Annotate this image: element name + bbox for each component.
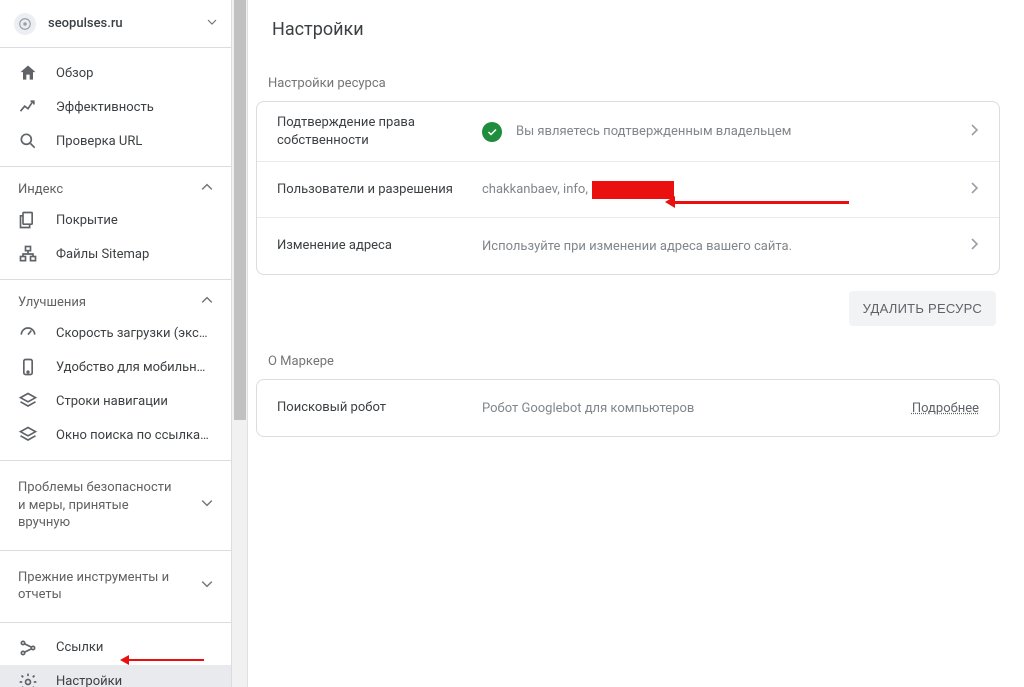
sidebar-heading-security[interactable]: Проблемы безопасности и меры, принятые в… [0, 469, 231, 542]
row-title: Пользователи и разрешения [277, 181, 482, 199]
main-header: Настройки [248, 0, 1024, 58]
row-value-prefix: chakkanbaev, info, [482, 182, 588, 197]
resource-settings-card: Подтверждение права собственности Вы явл… [256, 101, 1000, 275]
sidebar-heading-improvements[interactable]: Улучшения [0, 288, 231, 316]
chevron-up-icon [201, 294, 213, 310]
sidebar-item-label: Строки навигации [56, 394, 213, 409]
row-title: Изменение адреса [277, 237, 482, 255]
home-icon [18, 63, 42, 83]
sidebar-heading-label: Прежние инструменты и отчеты [18, 569, 178, 604]
sidebar-item-sitelinks-search[interactable]: Окно поиска по ссылкам с… [0, 418, 231, 452]
row-title: Поисковый робот [277, 399, 482, 417]
sidebar-item-label: Проверка URL [56, 134, 213, 149]
row-crawler: Поисковый робот Робот Googlebot для комп… [257, 380, 999, 436]
row-status: Вы являетесь подтвержденным владельцем [516, 124, 791, 139]
row-title: Подтверждение права собственности [277, 114, 482, 149]
delete-resource-button[interactable]: УДАЛИТЬ РЕСУРС [849, 291, 996, 326]
row-hint: Используйте при изменении адреса вашего … [482, 239, 792, 254]
annotation-arrow-icon [124, 659, 204, 661]
sidebar-heading-label: Проблемы безопасности и меры, принятые в… [18, 479, 178, 532]
row-address-change[interactable]: Изменение адреса Используйте при изменен… [257, 218, 999, 274]
mobile-icon [18, 357, 42, 377]
sidebar-item-label: Скорость загрузки (экспер… [56, 326, 213, 341]
section-label-marker: О Маркере [268, 354, 1000, 369]
property-logo-icon [14, 13, 36, 35]
annotation-arrow-icon [669, 201, 849, 204]
gauge-icon [18, 323, 42, 343]
learn-more-link[interactable]: Подробнее [912, 401, 979, 416]
sidebar-item-breadcrumbs[interactable]: Строки навигации [0, 384, 231, 418]
caret-down-icon [207, 16, 217, 31]
sidebar-item-label: Удобство для мобильных [56, 360, 213, 375]
main: Настройки Настройки ресурса Подтверждени… [232, 0, 1024, 687]
layers-icon [18, 391, 42, 411]
marker-card: Поисковый робот Робот Googlebot для комп… [256, 379, 1000, 437]
sitemap-icon [18, 244, 42, 264]
sidebar-scrollbar[interactable] [232, 0, 248, 687]
chevron-right-icon [969, 181, 979, 199]
chevron-down-icon [201, 497, 213, 513]
property-selector[interactable]: seopulses.ru [0, 0, 231, 48]
chevron-down-icon [201, 578, 213, 594]
sidebar-item-speed[interactable]: Скорость загрузки (экспер… [0, 316, 231, 350]
sidebar-item-label: Эффективность [56, 100, 213, 115]
page-title: Настройки [272, 19, 364, 40]
row-value: Робот Googlebot для компьютеров [482, 401, 694, 416]
sidebar-item-label: Обзор [56, 66, 213, 81]
chevron-right-icon [969, 123, 979, 141]
sidebar-item-settings[interactable]: Настройки [0, 665, 231, 687]
search-icon [18, 131, 42, 151]
sidebar-heading-label: Индекс [18, 182, 63, 197]
gear-icon [18, 672, 42, 687]
sidebar-item-label: Окно поиска по ссылкам с… [56, 428, 213, 443]
links-icon [18, 638, 42, 658]
section-label-resource: Настройки ресурса [268, 76, 1000, 91]
sidebar-item-label: Ссылки [56, 640, 213, 655]
row-ownership[interactable]: Подтверждение права собственности Вы явл… [257, 102, 999, 162]
sidebar-heading-legacy[interactable]: Прежние инструменты и отчеты [0, 559, 231, 614]
row-users[interactable]: Пользователи и разрешения chakkanbaev, i… [257, 162, 999, 218]
chart-line-icon [18, 97, 42, 117]
sidebar-heading-label: Улучшения [18, 295, 86, 310]
chevron-up-icon [201, 181, 213, 197]
sidebar-item-sitemaps[interactable]: Файлы Sitemap [0, 237, 231, 271]
pages-icon [18, 210, 42, 230]
sidebar-scroll: Обзор Эффективность Проверка URL Индекс [0, 48, 231, 687]
sidebar-item-performance[interactable]: Эффективность [0, 90, 231, 124]
sidebar-item-coverage[interactable]: Покрытие [0, 203, 231, 237]
check-circle-icon [482, 122, 502, 142]
sidebar-item-mobile[interactable]: Удобство для мобильных [0, 350, 231, 384]
sidebar-item-label: Настройки [56, 674, 213, 687]
sidebar-item-label: Покрытие [56, 213, 213, 228]
sidebar: seopulses.ru Обзор Эффективность Проверк… [0, 0, 232, 687]
sidebar-item-label: Файлы Sitemap [56, 247, 213, 262]
chevron-right-icon [969, 237, 979, 255]
property-name: seopulses.ru [48, 16, 207, 31]
sidebar-heading-index[interactable]: Индекс [0, 175, 231, 203]
layers-icon [18, 425, 42, 445]
scrollbar-thumb[interactable] [234, 0, 246, 420]
sidebar-item-overview[interactable]: Обзор [0, 56, 231, 90]
sidebar-item-url-inspect[interactable]: Проверка URL [0, 124, 231, 158]
